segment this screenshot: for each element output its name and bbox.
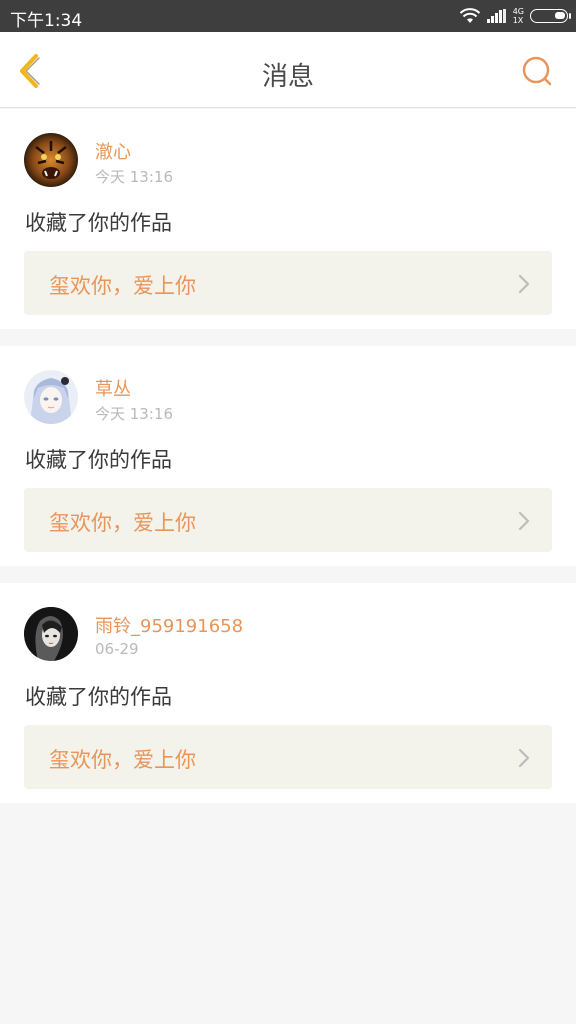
tiger-avatar xyxy=(24,133,78,187)
chevron-right-icon xyxy=(518,748,530,768)
signal-icon xyxy=(486,9,506,23)
work-link[interactable]: 玺欢你，爱上你 xyxy=(24,251,552,315)
message-card: 草丛 今天 13:16 收藏了你的作品 玺欢你，爱上你 xyxy=(0,346,576,566)
work-title: 玺欢你，爱上你 xyxy=(49,511,196,535)
status-bar: 下午1:34 4G 1X xyxy=(0,0,576,32)
message-time: 今天 13:16 xyxy=(95,168,173,186)
status-icons: 4G 1X xyxy=(459,6,571,26)
chevron-right-icon xyxy=(518,274,530,294)
page-title: 消息 xyxy=(261,62,314,92)
status-time: 下午1:34 xyxy=(10,11,83,31)
work-title: 玺欢你，爱上你 xyxy=(49,274,196,298)
message-card: 澈心 今天 13:16 收藏了你的作品 玺欢你，爱上你 xyxy=(0,109,576,329)
user-avatar[interactable] xyxy=(24,133,78,187)
username[interactable]: 雨铃_959191658 xyxy=(95,612,243,638)
user-avatar[interactable] xyxy=(24,370,78,424)
work-title: 玺欢你，爱上你 xyxy=(49,748,196,772)
action-text: 收藏了你的作品 xyxy=(25,211,172,235)
network-type: 4G 1X xyxy=(512,7,524,25)
search-button[interactable] xyxy=(518,52,558,92)
anime-girl-avatar xyxy=(24,370,78,424)
action-text: 收藏了你的作品 xyxy=(25,448,172,472)
username[interactable]: 澈心 xyxy=(95,138,131,164)
chevron-right-icon xyxy=(518,511,530,531)
message-time: 06-29 xyxy=(95,640,139,658)
header: 消息 xyxy=(0,32,576,108)
work-link[interactable]: 玺欢你，爱上你 xyxy=(24,725,552,789)
search-icon xyxy=(522,56,552,86)
user-avatar[interactable] xyxy=(24,607,78,661)
work-link[interactable]: 玺欢你，爱上你 xyxy=(24,488,552,552)
battery-icon xyxy=(530,9,571,23)
dark-hair-girl-avatar xyxy=(24,607,78,661)
action-text: 收藏了你的作品 xyxy=(25,685,172,709)
message-time: 今天 13:16 xyxy=(95,405,173,423)
wifi-icon xyxy=(459,8,480,23)
message-card: 雨铃_959191658 06-29 收藏了你的作品 玺欢你，爱上你 xyxy=(0,583,576,803)
username[interactable]: 草丛 xyxy=(95,375,131,401)
